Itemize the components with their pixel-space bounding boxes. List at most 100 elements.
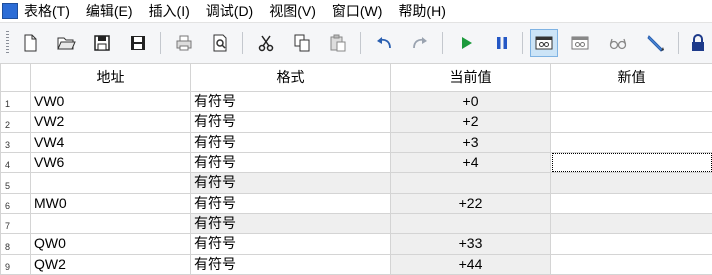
address-cell[interactable] xyxy=(30,212,191,235)
row-number[interactable]: 4 xyxy=(0,151,31,174)
open-button[interactable] xyxy=(52,29,80,57)
paste-button[interactable] xyxy=(324,29,352,57)
format-cell[interactable]: 有符号 xyxy=(190,212,391,235)
toolbar-grip[interactable] xyxy=(6,31,9,55)
table-row: 9 QW2 有符号 +44 xyxy=(0,253,712,275)
save-button[interactable] xyxy=(88,29,116,57)
menu-debug[interactable]: 调试(D) xyxy=(206,1,253,21)
new-button[interactable] xyxy=(16,29,44,57)
header-row: 地址 格式 当前值 新值 xyxy=(0,63,712,92)
lock-button[interactable] xyxy=(684,29,712,57)
force-button[interactable] xyxy=(642,29,670,57)
table-window-icon xyxy=(2,3,18,19)
format-cell[interactable]: 有符号 xyxy=(190,151,391,174)
row-number[interactable]: 9 xyxy=(0,253,31,275)
row-number[interactable]: 7 xyxy=(0,212,31,235)
header-format[interactable]: 格式 xyxy=(190,63,391,92)
toolbar-separator xyxy=(442,32,443,54)
menu-view[interactable]: 视图(V) xyxy=(269,1,316,21)
run-button[interactable] xyxy=(452,29,480,57)
format-cell[interactable]: 有符号 xyxy=(190,253,391,275)
current-value-cell: +4 xyxy=(390,151,551,174)
new-value-cell[interactable] xyxy=(550,212,712,235)
current-value-cell xyxy=(390,172,551,194)
address-cell[interactable]: VW6 xyxy=(30,151,191,174)
open-folder-icon xyxy=(57,37,76,50)
copy-button[interactable] xyxy=(288,29,316,57)
force-pen-icon xyxy=(647,35,664,52)
format-cell[interactable]: 有符号 xyxy=(190,131,391,153)
print-preview-button[interactable] xyxy=(206,29,234,57)
menu-table[interactable]: 表格(T) xyxy=(24,1,70,21)
toolbar-separator xyxy=(242,32,243,54)
print-button[interactable] xyxy=(170,29,198,57)
address-cell[interactable]: VW2 xyxy=(30,111,191,133)
address-cell[interactable]: MW0 xyxy=(30,192,191,214)
monitor-single-button[interactable] xyxy=(566,29,594,57)
address-cell[interactable]: VW0 xyxy=(30,90,191,113)
current-value-cell: +0 xyxy=(390,90,551,113)
cut-button[interactable] xyxy=(252,29,280,57)
new-icon xyxy=(24,34,37,52)
table-row: 1 VW0 有符号 +0 xyxy=(0,90,712,113)
new-value-cell[interactable] xyxy=(550,172,712,194)
row-number[interactable]: 5 xyxy=(0,172,31,194)
address-cell[interactable]: VW4 xyxy=(30,131,191,153)
header-current-value[interactable]: 当前值 xyxy=(390,63,551,92)
undo-button[interactable] xyxy=(370,29,398,57)
status-chart-table: 地址 格式 当前值 新值 1 VW0 有符号 +0 2 VW2 有符号 +2 3… xyxy=(0,63,712,275)
print-icon xyxy=(176,35,192,51)
corner-cell[interactable] xyxy=(0,63,31,92)
table-row: 2 VW2 有符号 +2 xyxy=(0,111,712,133)
redo-button[interactable] xyxy=(406,29,434,57)
toolbar-separator xyxy=(522,32,523,54)
new-value-cell-focused[interactable] xyxy=(550,151,712,174)
row-number[interactable]: 3 xyxy=(0,131,31,153)
menu-edit[interactable]: 编辑(E) xyxy=(86,1,133,21)
toolbar-separator xyxy=(160,32,161,54)
address-cell[interactable]: QW2 xyxy=(30,253,191,275)
row-number[interactable]: 6 xyxy=(0,192,31,214)
current-value-cell: +44 xyxy=(390,253,551,275)
current-value-cell: +33 xyxy=(390,233,551,255)
save-all-icon xyxy=(131,36,145,50)
address-cell[interactable] xyxy=(30,172,191,194)
new-value-cell[interactable] xyxy=(550,192,712,214)
new-value-cell[interactable] xyxy=(550,233,712,255)
format-cell[interactable]: 有符号 xyxy=(190,90,391,113)
address-cell[interactable]: QW0 xyxy=(30,233,191,255)
row-number[interactable]: 2 xyxy=(0,111,31,133)
copy-icon xyxy=(294,34,310,52)
table-row: 5 有符号 xyxy=(0,172,712,194)
lock-icon xyxy=(692,34,704,51)
monitor-button[interactable] xyxy=(530,29,558,57)
menu-help[interactable]: 帮助(H) xyxy=(398,1,445,21)
format-cell[interactable]: 有符号 xyxy=(190,192,391,214)
format-cell[interactable]: 有符号 xyxy=(190,233,391,255)
paste-icon xyxy=(330,34,346,52)
format-cell[interactable]: 有符号 xyxy=(190,172,391,194)
row-number[interactable]: 8 xyxy=(0,233,31,255)
current-value-cell: +3 xyxy=(390,131,551,153)
menu-insert[interactable]: 插入(I) xyxy=(149,1,190,21)
run-icon xyxy=(462,37,472,49)
row-number[interactable]: 1 xyxy=(0,90,31,113)
monitor-single-icon xyxy=(571,36,589,50)
save-all-button[interactable] xyxy=(124,29,152,57)
format-cell[interactable]: 有符号 xyxy=(190,111,391,133)
current-value-cell: +2 xyxy=(390,111,551,133)
glasses-button[interactable] xyxy=(604,29,632,57)
toolbar xyxy=(0,23,712,64)
table-row: 7 有符号 xyxy=(0,212,712,235)
menu-window[interactable]: 窗口(W) xyxy=(332,1,383,21)
new-value-cell[interactable] xyxy=(550,131,712,153)
new-value-cell[interactable] xyxy=(550,111,712,133)
pause-button[interactable] xyxy=(488,29,516,57)
glasses-icon xyxy=(609,38,627,50)
new-value-cell[interactable] xyxy=(550,253,712,275)
header-address[interactable]: 地址 xyxy=(30,63,191,92)
toolbar-separator xyxy=(678,32,679,54)
new-value-cell[interactable] xyxy=(550,90,712,113)
header-new-value[interactable]: 新值 xyxy=(550,63,712,92)
cut-icon xyxy=(258,35,274,52)
